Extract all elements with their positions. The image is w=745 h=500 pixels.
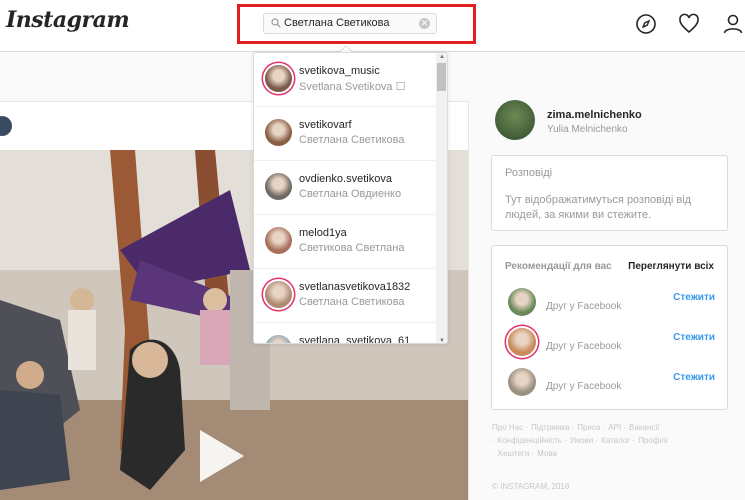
footer-link[interactable]: Умови ·	[570, 436, 598, 445]
current-username[interactable]: zima.melnichenko	[547, 109, 642, 121]
play-button[interactable]	[200, 430, 244, 482]
profile-user-icon[interactable]	[722, 13, 744, 35]
search-result-item[interactable]: ovdienko.svetikova Светлана Овдиенко	[254, 161, 437, 215]
recommendation-item: Друг у Facebook Стежити	[492, 326, 727, 366]
scroll-up-arrow[interactable]: ▲	[439, 54, 445, 60]
result-fullname: Светлана Овдиенко	[299, 188, 402, 200]
search-highlight-frame	[237, 4, 476, 44]
footer-link[interactable]: API ·	[608, 423, 626, 432]
result-fullname: Светлана Светикова	[299, 134, 405, 146]
footer-link[interactable]: Каталог ·	[601, 436, 635, 445]
footer-link[interactable]: Підтримка ·	[531, 423, 574, 432]
recommendation-avatar[interactable]	[508, 328, 536, 356]
footer-link[interactable]: Конфіденційність ·	[498, 436, 567, 445]
scroll-down-arrow[interactable]: ▼	[439, 338, 445, 343]
result-fullname: Светикова Светлана	[299, 242, 405, 254]
search-result-item[interactable]: svetikova_music Svetlana Svetikova ☐	[254, 53, 437, 107]
dropdown-scrollbar[interactable]: ▲ ▼	[436, 53, 447, 343]
explore-compass-icon[interactable]	[635, 13, 657, 35]
result-avatar	[265, 281, 292, 308]
recommendation-avatar[interactable]	[508, 288, 536, 316]
result-username: ovdienko.svetikova	[299, 173, 392, 185]
search-result-item[interactable]: svetikovarf Светлана Светикова	[254, 107, 437, 161]
result-username: svetikovarf	[299, 119, 352, 131]
current-user-avatar[interactable]	[495, 100, 535, 140]
follow-button[interactable]: Стежити	[673, 332, 715, 343]
search-result-item[interactable]: svetlanasvetikova1832 Светлана Светикова	[254, 269, 437, 323]
result-username: svetikova_music	[299, 65, 380, 77]
result-username: svetlanasvetikova1832	[299, 281, 411, 293]
recommendation-avatar[interactable]	[508, 368, 536, 396]
footer-link[interactable]: Преса ·	[577, 423, 605, 432]
recommendations-title: Рекомендації для вас	[505, 261, 612, 272]
result-avatar	[265, 227, 292, 254]
post-author-avatar[interactable]	[0, 116, 12, 136]
recommendation-subtitle: Друг у Facebook	[546, 301, 622, 312]
search-result-item[interactable]: svetlana_svetikova_61	[254, 323, 437, 344]
recommendation-item: Друг у Facebook Стежити	[492, 366, 727, 406]
copyright: © INSTAGRAM, 2018	[492, 482, 570, 491]
footer-link[interactable]: Мова	[537, 449, 557, 458]
result-fullname: Светлана Светикова	[299, 296, 405, 308]
result-avatar	[265, 335, 292, 343]
result-fullname: Svetlana Svetikova ☐	[299, 81, 406, 93]
see-all-link[interactable]: Переглянути всіх	[628, 261, 714, 272]
recommendations-panel: Рекомендації для вас Переглянути всіх Др…	[491, 245, 728, 410]
stories-title: Розповіді	[505, 167, 553, 179]
instagram-logo[interactable]: Instagram	[6, 7, 130, 33]
result-username: melod1ya	[299, 227, 347, 239]
search-results-dropdown: svetikova_music Svetlana Svetikova ☐ sveti…	[253, 52, 448, 344]
result-avatar	[265, 119, 292, 146]
recommendation-subtitle: Друг у Facebook	[546, 381, 622, 392]
stories-empty-text: Тут відображатимуться розповіді від люде…	[505, 194, 692, 221]
scroll-thumb[interactable]	[437, 63, 446, 91]
footer-link[interactable]: Про Нас ·	[492, 423, 528, 432]
stories-panel: Розповіді Тут відображатимуться розповід…	[491, 155, 728, 231]
footer-link[interactable]: Хештеги ·	[498, 449, 535, 458]
result-avatar	[265, 173, 292, 200]
recommendation-subtitle: Друг у Facebook	[546, 341, 622, 352]
footer-links: Про Нас · Підтримка · Преса · API · Вакансії…	[492, 421, 702, 460]
heart-activity-icon[interactable]	[678, 13, 700, 35]
current-user-fullname: Yulia Melnichenko	[547, 124, 628, 135]
recommendation-item: Друг у Facebook Стежити	[492, 286, 727, 326]
search-result-item[interactable]: melod1ya Светикова Светлана	[254, 215, 437, 269]
follow-button[interactable]: Стежити	[673, 372, 715, 383]
top-navbar: Instagram Светлана Светикова ✕	[0, 0, 745, 52]
result-avatar	[265, 65, 292, 92]
follow-button[interactable]: Стежити	[673, 292, 715, 303]
result-username: svetlana_svetikova_61	[299, 335, 411, 344]
